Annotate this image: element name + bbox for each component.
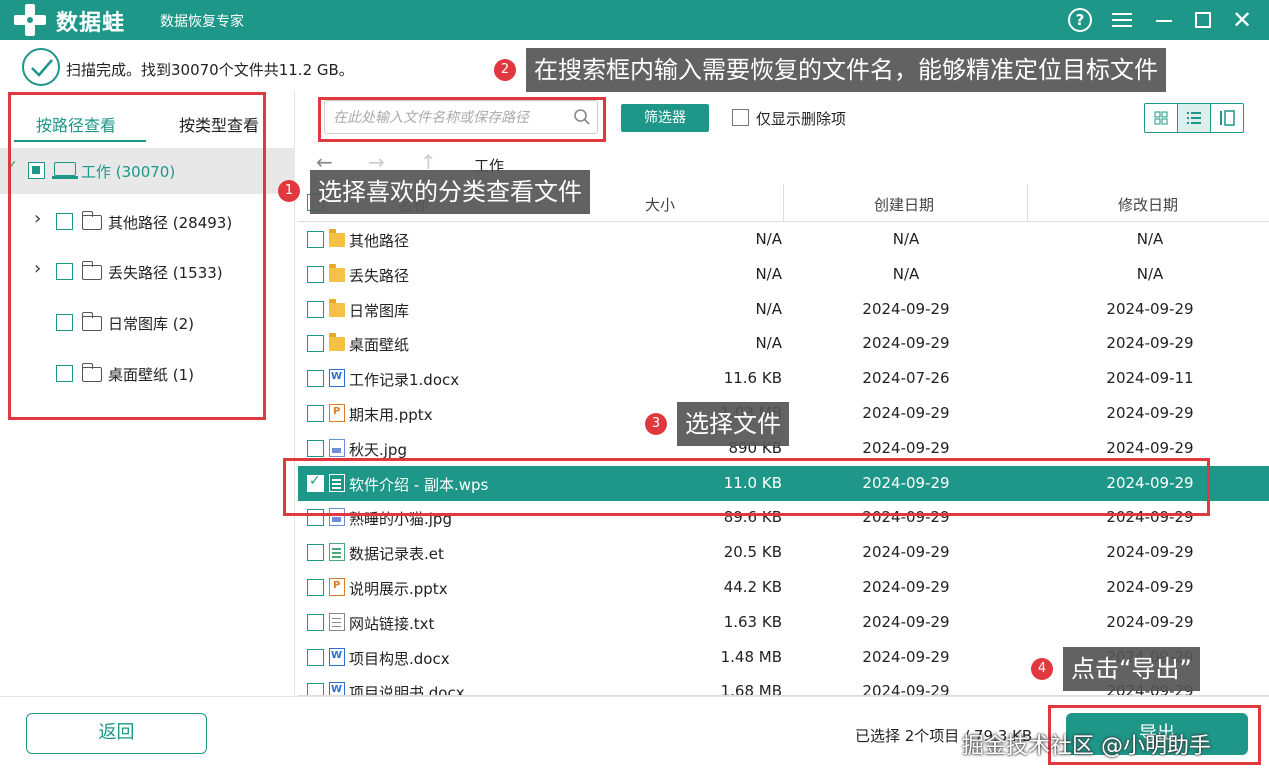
row-checkbox[interactable] xyxy=(307,439,324,457)
annotation-badge: 2 xyxy=(494,59,516,81)
grid-view-icon[interactable] xyxy=(1145,104,1178,132)
file-name: 网站链接.txt xyxy=(349,614,435,633)
file-size: N/A xyxy=(755,230,782,248)
word-file-icon xyxy=(329,369,345,388)
folder-file-icon xyxy=(329,263,345,282)
only-deleted-checkbox[interactable] xyxy=(732,109,749,126)
file-name: 工作记录1.docx xyxy=(349,371,460,390)
scan-complete-icon xyxy=(22,48,60,86)
table-row[interactable]: 网站链接.txt 1.63 KB 2024-09-29 2024-09-29 xyxy=(298,605,1269,640)
ppt-file-icon xyxy=(329,578,345,596)
table-row[interactable]: 工作记录1.docx11.6 KB2024-07-262024-09-11 xyxy=(298,361,1269,396)
file-size: 1.48 MB xyxy=(720,647,782,666)
detail-view-icon[interactable] xyxy=(1211,104,1243,132)
scan-status-text: 扫描完成。找到30070个文件共11.2 GB。 xyxy=(66,61,354,79)
row-checkbox[interactable] xyxy=(307,300,324,318)
app-name: 数据蛙 xyxy=(56,11,126,36)
et-file-icon xyxy=(329,543,345,562)
table-row[interactable]: 日常图库 N/A 2024-09-29 2024-09-29 xyxy=(298,292,1269,327)
folder-file-icon xyxy=(329,298,345,317)
watermark: 掘金技术社区 @小明助手 xyxy=(962,734,1211,759)
column-divider xyxy=(1027,184,1028,222)
file-name: 丢失路径 xyxy=(349,266,410,285)
column-created[interactable]: 创建日期 xyxy=(874,194,934,215)
filter-button[interactable]: 筛选器 xyxy=(621,104,709,132)
annotation-box-tree xyxy=(8,92,266,420)
file-size: 11.6 KB xyxy=(723,369,782,388)
row-checkbox[interactable] xyxy=(307,544,324,562)
table-row[interactable]: 其他路径 N/A N/A N/A xyxy=(298,222,1269,257)
column-divider xyxy=(783,184,784,222)
file-name: 其他路径 xyxy=(349,232,410,250)
file-size: N/A xyxy=(755,334,782,353)
row-checkbox[interactable] xyxy=(307,335,324,353)
row-checkbox[interactable] xyxy=(307,648,324,666)
file-name: 说明展示.pptx xyxy=(349,580,448,598)
annotation-callout: 选择文件 xyxy=(677,402,789,446)
row-checkbox[interactable] xyxy=(307,579,324,596)
file-name: 桌面壁纸 xyxy=(349,336,410,355)
only-deleted-label: 仅显示删除项 xyxy=(756,110,847,128)
file-size: N/A xyxy=(755,299,782,318)
annotation-badge: 3 xyxy=(645,413,667,435)
column-modified[interactable]: 修改日期 xyxy=(1118,194,1178,215)
column-size[interactable]: 大小 xyxy=(645,194,675,215)
txt-file-icon xyxy=(329,612,345,631)
close-icon[interactable]: ✕ xyxy=(1228,6,1256,34)
row-checkbox[interactable] xyxy=(307,265,324,283)
list-view-icon[interactable] xyxy=(1178,104,1211,132)
annotation-badge: 4 xyxy=(1031,658,1053,680)
row-checkbox[interactable] xyxy=(307,405,324,422)
annotation-badge: 1 xyxy=(278,180,300,202)
file-name: 秋天.jpg xyxy=(349,440,407,459)
minimize-icon[interactable] xyxy=(1152,6,1180,34)
app-subtitle: 数据恢复专家 xyxy=(160,14,244,30)
help-icon[interactable]: ? xyxy=(1066,6,1094,34)
table-row[interactable]: 丢失路径 N/A N/A N/A xyxy=(298,257,1269,292)
table-row[interactable]: 桌面壁纸 N/A 2024-09-29 2024-09-29 xyxy=(298,326,1269,361)
file-name: 日常图库 xyxy=(349,301,410,320)
folder-file-icon xyxy=(329,333,345,352)
file-size: N/A xyxy=(755,264,782,283)
file-name: 期末用.pptx xyxy=(349,406,433,424)
annotation-box-file xyxy=(283,458,1210,516)
title-bar: 数据蛙 数据恢复专家 ? ✕ xyxy=(0,0,1269,40)
row-checkbox[interactable] xyxy=(307,370,324,388)
maximize-icon[interactable] xyxy=(1190,6,1218,34)
file-size: 44.2 KB xyxy=(723,578,782,596)
table-row[interactable]: 数据记录表.et 20.5 KB 2024-09-29 2024-09-29 xyxy=(298,535,1269,570)
annotation-box-search xyxy=(318,97,606,142)
row-checkbox[interactable] xyxy=(307,231,324,248)
ppt-file-icon xyxy=(329,404,345,422)
annotation-callout: 选择喜欢的分类查看文件 xyxy=(310,170,590,214)
annotation-callout: 点击“导出” xyxy=(1063,647,1200,691)
file-name: 项目构思.docx xyxy=(349,649,450,668)
annotation-callout: 在搜索框内输入需要恢复的文件名，能够精准定位目标文件 xyxy=(526,48,1166,92)
menu-icon[interactable] xyxy=(1109,6,1137,34)
file-name: 数据记录表.et xyxy=(349,545,444,564)
img-file-icon xyxy=(329,438,345,457)
table-row[interactable]: 说明展示.pptx44.2 KB2024-09-292024-09-29 xyxy=(298,570,1269,605)
app-logo-icon xyxy=(14,4,46,36)
row-checkbox[interactable] xyxy=(307,613,324,631)
back-button[interactable]: 返回 xyxy=(26,713,207,754)
file-size: 20.5 KB xyxy=(723,543,782,562)
folder-file-icon xyxy=(329,229,345,247)
view-mode-toggle xyxy=(1144,103,1244,133)
file-size: 1.63 KB xyxy=(723,612,782,631)
word-file-icon xyxy=(329,647,345,666)
